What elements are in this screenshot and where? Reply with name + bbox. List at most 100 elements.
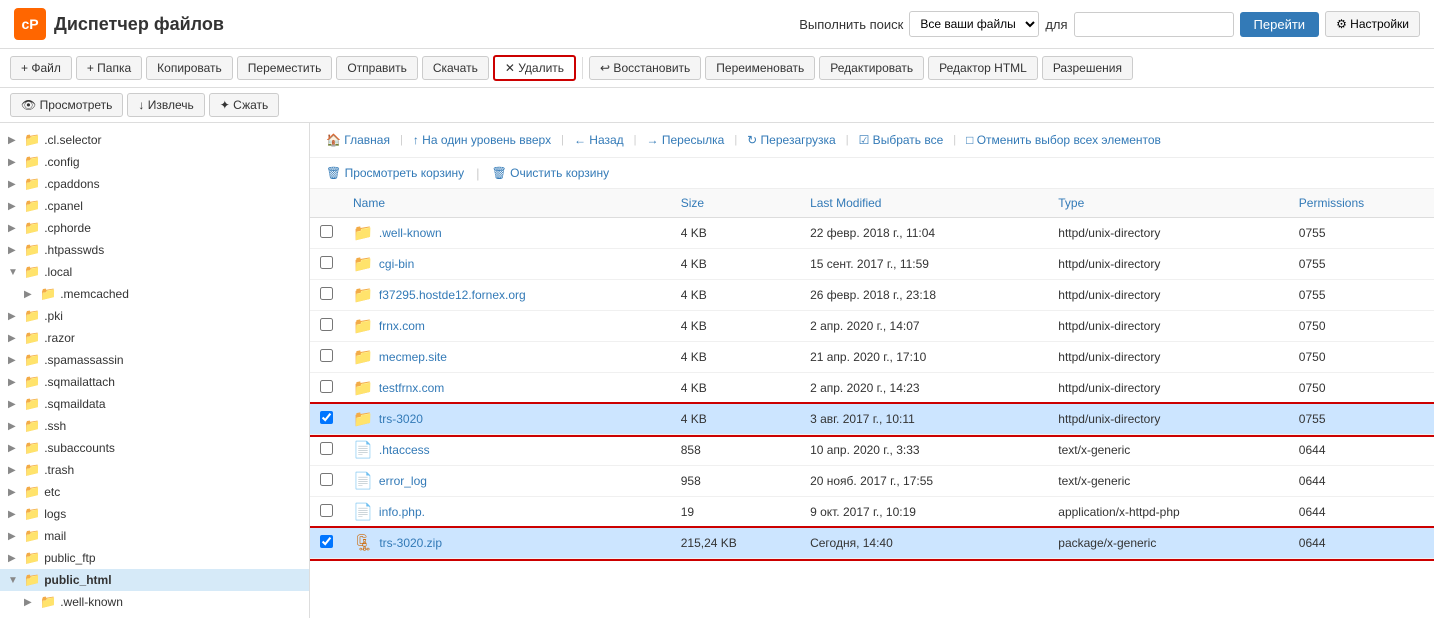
file-name[interactable]: f37295.hostde12.fornex.org — [379, 288, 526, 302]
sidebar-item[interactable]: ▶📁.cl.selector — [0, 129, 309, 151]
table-row[interactable]: 📁.well-known4 KB22 февр. 2018 г., 11:04h… — [310, 218, 1434, 249]
sidebar-item[interactable]: ▶📁.memcached — [0, 283, 309, 305]
search-go-button[interactable]: Перейти — [1240, 12, 1320, 37]
row-checkbox[interactable] — [320, 225, 333, 238]
file-name[interactable]: trs-3020 — [379, 412, 423, 426]
sidebar-item-label: .well-known — [60, 595, 123, 609]
row-checkbox[interactable] — [320, 287, 333, 300]
table-row[interactable]: 📁frnx.com4 KB2 апр. 2020 г., 14:07httpd/… — [310, 311, 1434, 342]
col-permissions-header[interactable]: Permissions — [1289, 189, 1434, 218]
extract-button[interactable]: ↓ Извлечь — [127, 93, 204, 117]
sidebar-item[interactable]: ▶📁public_ftp — [0, 547, 309, 569]
file-name[interactable]: .well-known — [379, 226, 442, 240]
back-nav-button[interactable]: ← Назад — [570, 131, 628, 149]
row-checkbox[interactable] — [320, 411, 333, 424]
rename-button[interactable]: Переименовать — [705, 56, 815, 80]
sidebar-item[interactable]: ▶📁.subaccounts — [0, 437, 309, 459]
row-checkbox[interactable] — [320, 442, 333, 455]
home-nav-button[interactable]: 🏠 Главная — [322, 131, 394, 149]
table-row[interactable]: 📄error_log95820 нояб. 2017 г., 17:55text… — [310, 466, 1434, 497]
expand-icon: ▶ — [8, 377, 20, 388]
permissions-button[interactable]: Разрешения — [1042, 56, 1133, 80]
compress-button[interactable]: ✦ Сжать — [209, 93, 280, 117]
edit-button[interactable]: Редактировать — [819, 56, 924, 80]
search-select[interactable]: Все ваши файлы — [909, 11, 1039, 37]
col-modified-header[interactable]: Last Modified — [800, 189, 1048, 218]
sidebar-item[interactable]: ▼📁.local — [0, 261, 309, 283]
file-name[interactable]: error_log — [379, 474, 427, 488]
col-name-header[interactable]: Name — [343, 189, 671, 218]
sidebar-item[interactable]: ▶📁.sqmailattach — [0, 371, 309, 393]
row-checkbox[interactable] — [320, 535, 333, 548]
row-checkbox[interactable] — [320, 256, 333, 269]
table-row[interactable]: 📄info.php.199 окт. 2017 г., 10:19applica… — [310, 497, 1434, 528]
forward-nav-button[interactable]: → Пересылка — [643, 131, 729, 149]
sidebar-item[interactable]: ▶📁.cpanel — [0, 195, 309, 217]
sidebar-item[interactable]: ▶📁.htpasswds — [0, 239, 309, 261]
folder-icon: 📁 — [24, 308, 40, 324]
html-editor-button[interactable]: Редактор HTML — [928, 56, 1038, 80]
reload-nav-button[interactable]: ↻ Перезагрузка — [743, 131, 840, 149]
sidebar-item[interactable]: ▼📁public_html — [0, 569, 309, 591]
row-checkbox-cell — [310, 280, 343, 311]
restore-button[interactable]: ↩ Восстановить — [589, 56, 701, 80]
select-all-nav-button[interactable]: ☑ Выбрать все — [855, 131, 948, 149]
file-name[interactable]: info.php. — [379, 505, 425, 519]
file-type-icon: 📁 — [353, 285, 373, 305]
sidebar-item[interactable]: ▶📁.trash — [0, 459, 309, 481]
table-row[interactable]: 📁cgi-bin4 KB15 сент. 2017 г., 11:59httpd… — [310, 249, 1434, 280]
file-type-icon: 📁 — [353, 409, 373, 429]
file-name[interactable]: trs-3020.zip — [379, 536, 442, 550]
sidebar-item[interactable]: ▶📁mail — [0, 525, 309, 547]
row-checkbox[interactable] — [320, 473, 333, 486]
view-basket-button[interactable]: 🗑 Просмотреть корзину — [322, 164, 468, 182]
table-row[interactable]: 📁testfrnx.com4 KB2 апр. 2020 г., 14:23ht… — [310, 373, 1434, 404]
deselect-nav-button[interactable]: □ Отменить выбор всех элементов — [962, 131, 1165, 149]
sidebar-item[interactable]: ▶📁cgi-bin — [0, 613, 309, 618]
sidebar-item[interactable]: ▶📁.pki — [0, 305, 309, 327]
view-button[interactable]: 👁 Просмотреть — [10, 93, 123, 117]
sidebar-item-label: etc — [44, 485, 60, 499]
row-checkbox[interactable] — [320, 349, 333, 362]
file-name[interactable]: frnx.com — [379, 319, 425, 333]
sidebar-item[interactable]: ▶📁.spamassassin — [0, 349, 309, 371]
sidebar-item[interactable]: ▶📁.cphorde — [0, 217, 309, 239]
file-name[interactable]: testfrnx.com — [379, 381, 444, 395]
table-row[interactable]: 🗜trs-3020.zip215,24 KBСегодня, 14:40pack… — [310, 528, 1434, 559]
sidebar-item[interactable]: ▶📁.config — [0, 151, 309, 173]
nav-bar: 🏠 Главная | ↑ На один уровень вверх | ← … — [310, 123, 1434, 158]
sidebar-item[interactable]: ▶📁etc — [0, 481, 309, 503]
move-button[interactable]: Переместить — [237, 56, 333, 80]
sidebar-item[interactable]: ▶📁.sqmaildata — [0, 393, 309, 415]
table-row[interactable]: 📁trs-30204 KB3 авг. 2017 г., 10:11httpd/… — [310, 404, 1434, 435]
table-row[interactable]: 📁mecmep.site4 KB21 апр. 2020 г., 17:10ht… — [310, 342, 1434, 373]
up-nav-button[interactable]: ↑ На один уровень вверх — [409, 131, 555, 149]
delete-button[interactable]: ✕ Удалить — [493, 55, 576, 81]
sidebar-item[interactable]: ▶📁.cpaddons — [0, 173, 309, 195]
file-name[interactable]: .htaccess — [379, 443, 430, 457]
search-input[interactable] — [1074, 12, 1234, 37]
clear-basket-button[interactable]: 🗑 Очистить корзину — [488, 164, 614, 182]
row-checkbox[interactable] — [320, 504, 333, 517]
settings-button[interactable]: ⚙ Настройки — [1325, 11, 1420, 37]
file-name[interactable]: cgi-bin — [379, 257, 414, 271]
row-name-cell: 🗜trs-3020.zip — [343, 528, 671, 558]
sidebar-item[interactable]: ▶📁.ssh — [0, 415, 309, 437]
row-checkbox[interactable] — [320, 380, 333, 393]
download-button[interactable]: Скачать — [422, 56, 489, 80]
row-permissions-cell: 0644 — [1289, 497, 1434, 528]
col-size-header[interactable]: Size — [671, 189, 800, 218]
upload-button[interactable]: Отправить — [336, 56, 418, 80]
row-checkbox[interactable] — [320, 318, 333, 331]
new-folder-button[interactable]: + Папка — [76, 56, 142, 80]
new-file-button[interactable]: + Файл — [10, 56, 72, 80]
table-row[interactable]: 📁f37295.hostde12.fornex.org4 KB26 февр. … — [310, 280, 1434, 311]
col-type-header[interactable]: Type — [1048, 189, 1289, 218]
sidebar-item[interactable]: ▶📁logs — [0, 503, 309, 525]
table-row[interactable]: 📄.htaccess85810 апр. 2020 г., 3:33text/x… — [310, 435, 1434, 466]
sidebar-item[interactable]: ▶📁.razor — [0, 327, 309, 349]
file-name[interactable]: mecmep.site — [379, 350, 447, 364]
copy-button[interactable]: Копировать — [146, 56, 233, 80]
sidebar-item[interactable]: ▶📁.well-known — [0, 591, 309, 613]
sidebar-item-label: .ssh — [44, 419, 66, 433]
